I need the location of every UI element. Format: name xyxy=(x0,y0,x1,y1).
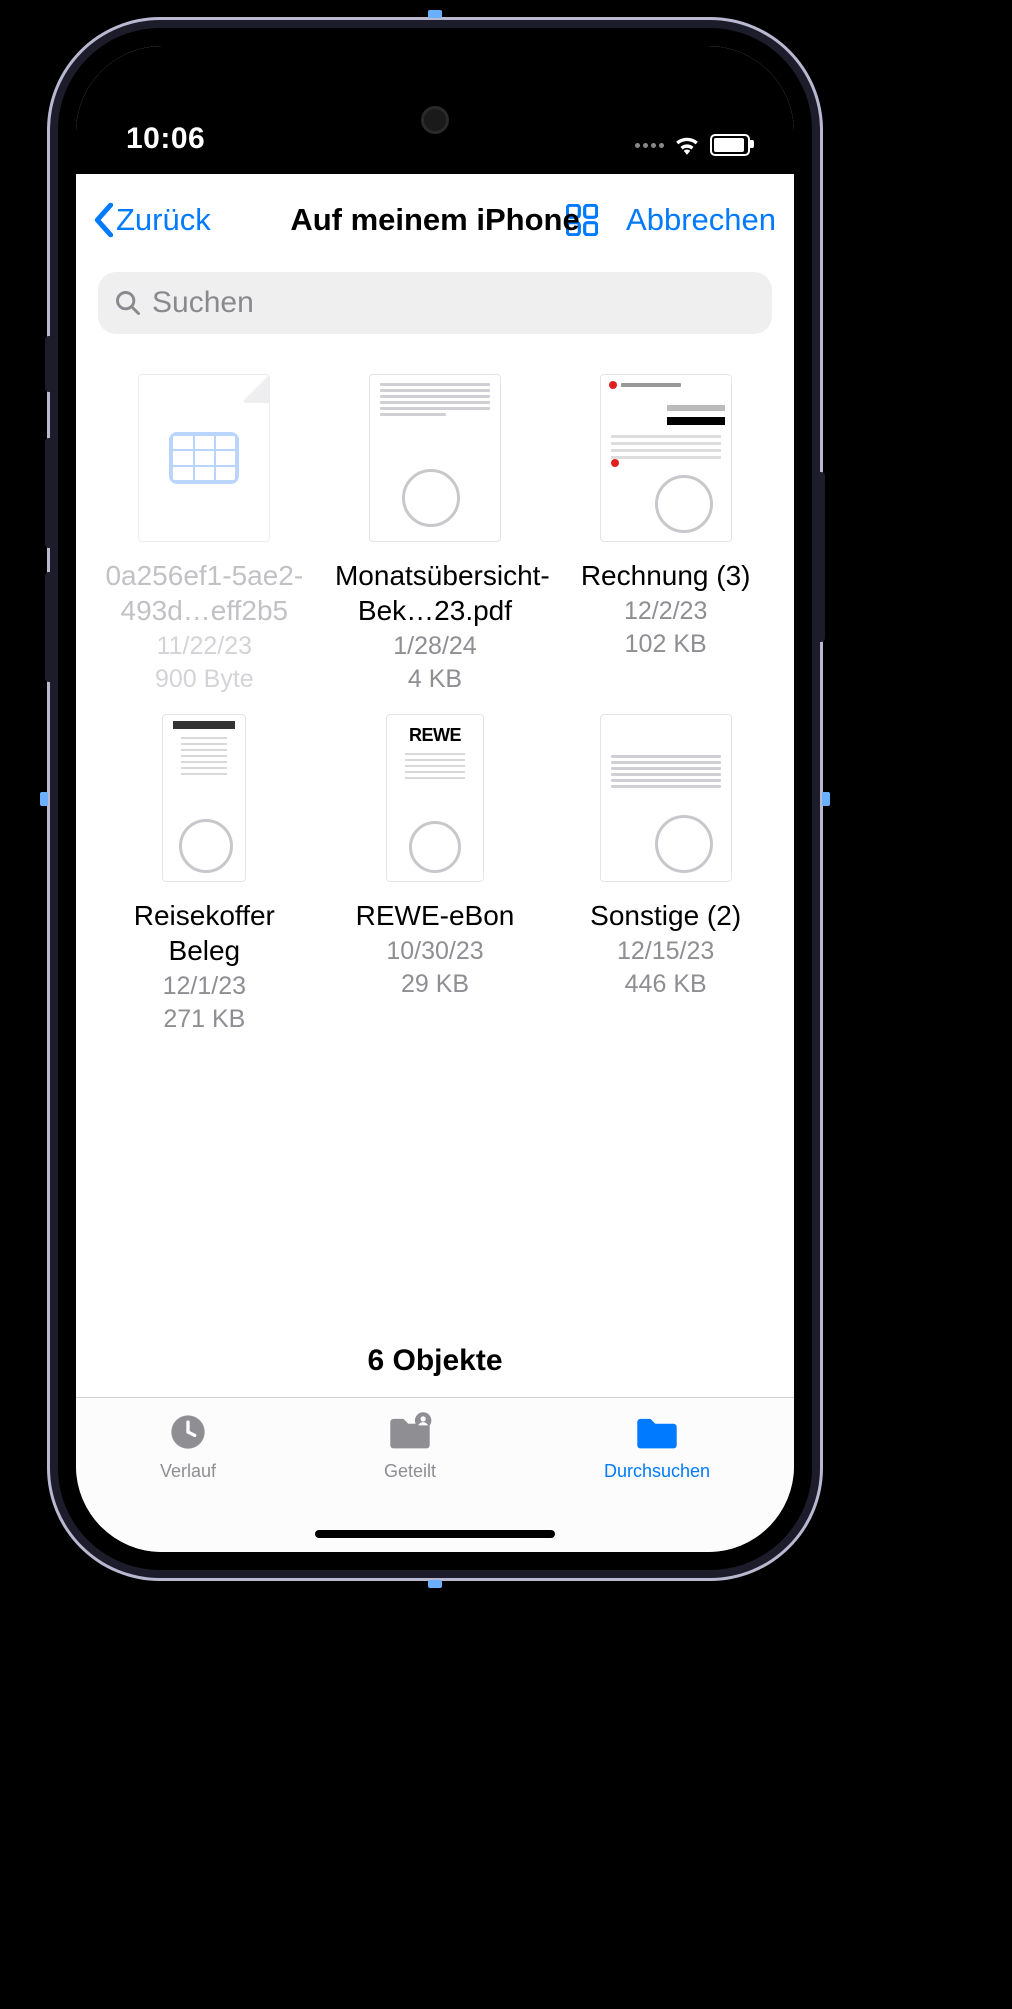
file-name: Rechnung (3) xyxy=(581,558,751,593)
file-thumb-rewe: REWE xyxy=(386,714,484,882)
file-name: Sonstige (2) xyxy=(590,898,741,933)
tab-geteilt[interactable]: Geteilt xyxy=(384,1412,436,1482)
file-date: 1/28/24 xyxy=(393,632,476,661)
tab-label: Durchsuchen xyxy=(604,1461,710,1482)
file-size: 4 KB xyxy=(408,665,462,694)
back-label: Zurück xyxy=(116,202,211,238)
power-button xyxy=(815,472,825,642)
search-placeholder: Suchen xyxy=(152,286,254,320)
status-time: 10:06 xyxy=(126,122,205,156)
file-item[interactable]: Monatsübersicht-Bek…23.pdf 1/28/24 4 KB xyxy=(325,374,546,694)
tab-label: Geteilt xyxy=(384,1461,436,1482)
phone-frame: 10:06 Zurück Auf meinem iPhone xyxy=(50,20,820,1578)
search-field[interactable]: Suchen xyxy=(98,272,772,334)
recording-dots-icon xyxy=(635,143,664,148)
file-name: REWE-eBon xyxy=(356,898,515,933)
notch xyxy=(300,46,570,80)
object-count: 6 Objekte xyxy=(76,1344,794,1378)
file-date: 12/2/23 xyxy=(624,597,707,626)
file-name: Reisekoffer Beleg xyxy=(104,898,304,968)
file-thumb-receipt xyxy=(162,714,246,882)
file-thumb-invoice xyxy=(600,374,732,542)
file-name: Monatsübersicht-Bek…23.pdf xyxy=(335,558,535,628)
search-icon xyxy=(114,289,142,317)
frame-mark xyxy=(428,10,442,18)
tab-label: Verlauf xyxy=(160,1461,216,1482)
wifi-icon xyxy=(674,135,700,155)
back-button[interactable]: Zurück xyxy=(94,202,211,238)
frame-mark xyxy=(40,792,48,806)
volume-down xyxy=(45,572,55,682)
frame-mark xyxy=(428,1580,442,1588)
tab-verlauf[interactable]: Verlauf xyxy=(160,1412,216,1482)
battery-icon xyxy=(710,134,750,156)
file-thumb-letter xyxy=(600,714,732,882)
chevron-left-icon xyxy=(94,203,114,237)
shared-folder-icon xyxy=(387,1412,433,1457)
file-thumb-spreadsheet xyxy=(138,374,270,542)
file-date: 10/30/23 xyxy=(386,937,483,966)
file-date: 11/22/23 xyxy=(157,632,252,661)
cancel-button[interactable]: Abbrechen xyxy=(626,202,776,238)
file-grid: 0a256ef1-5ae2-493d…eff2b5 11/22/23 900 B… xyxy=(76,334,794,1034)
file-thumb-document xyxy=(369,374,501,542)
file-item[interactable]: 0a256ef1-5ae2-493d…eff2b5 11/22/23 900 B… xyxy=(94,374,315,694)
file-size: 900 Byte xyxy=(155,665,254,694)
tab-bar: Verlauf Geteilt Durchsuchen xyxy=(76,1397,794,1552)
frame-mark xyxy=(822,792,830,806)
navigation-bar: Zurück Auf meinem iPhone Abbrechen xyxy=(76,192,794,248)
front-camera xyxy=(421,106,449,134)
file-size: 271 KB xyxy=(163,1005,245,1034)
home-indicator[interactable] xyxy=(315,1530,555,1538)
file-item[interactable]: REWE REWE-eBon 10/30/23 29 KB xyxy=(325,714,546,1034)
folder-icon xyxy=(634,1412,680,1457)
page-title: Auf meinem iPhone xyxy=(290,202,579,238)
file-item[interactable]: Rechnung (3) 12/2/23 102 KB xyxy=(555,374,776,694)
file-item[interactable]: Sonstige (2) 12/15/23 446 KB xyxy=(555,714,776,1034)
screen: 10:06 Zurück Auf meinem iPhone xyxy=(76,46,794,1552)
file-item[interactable]: Reisekoffer Beleg 12/1/23 271 KB xyxy=(94,714,315,1034)
device-mock-stage: 10:06 Zurück Auf meinem iPhone xyxy=(0,0,1012,2009)
clock-icon xyxy=(165,1412,211,1457)
volume-up xyxy=(45,438,55,548)
file-size: 446 KB xyxy=(625,970,707,999)
file-name: 0a256ef1-5ae2-493d…eff2b5 xyxy=(104,558,304,628)
file-date: 12/15/23 xyxy=(617,937,714,966)
mute-switch xyxy=(45,336,55,392)
phone-bezel: 10:06 Zurück Auf meinem iPhone xyxy=(58,28,812,1570)
tab-durchsuchen[interactable]: Durchsuchen xyxy=(604,1412,710,1482)
file-size: 102 KB xyxy=(625,630,707,659)
file-size: 29 KB xyxy=(401,970,469,999)
status-indicators xyxy=(635,134,750,156)
file-date: 12/1/23 xyxy=(163,972,246,1001)
